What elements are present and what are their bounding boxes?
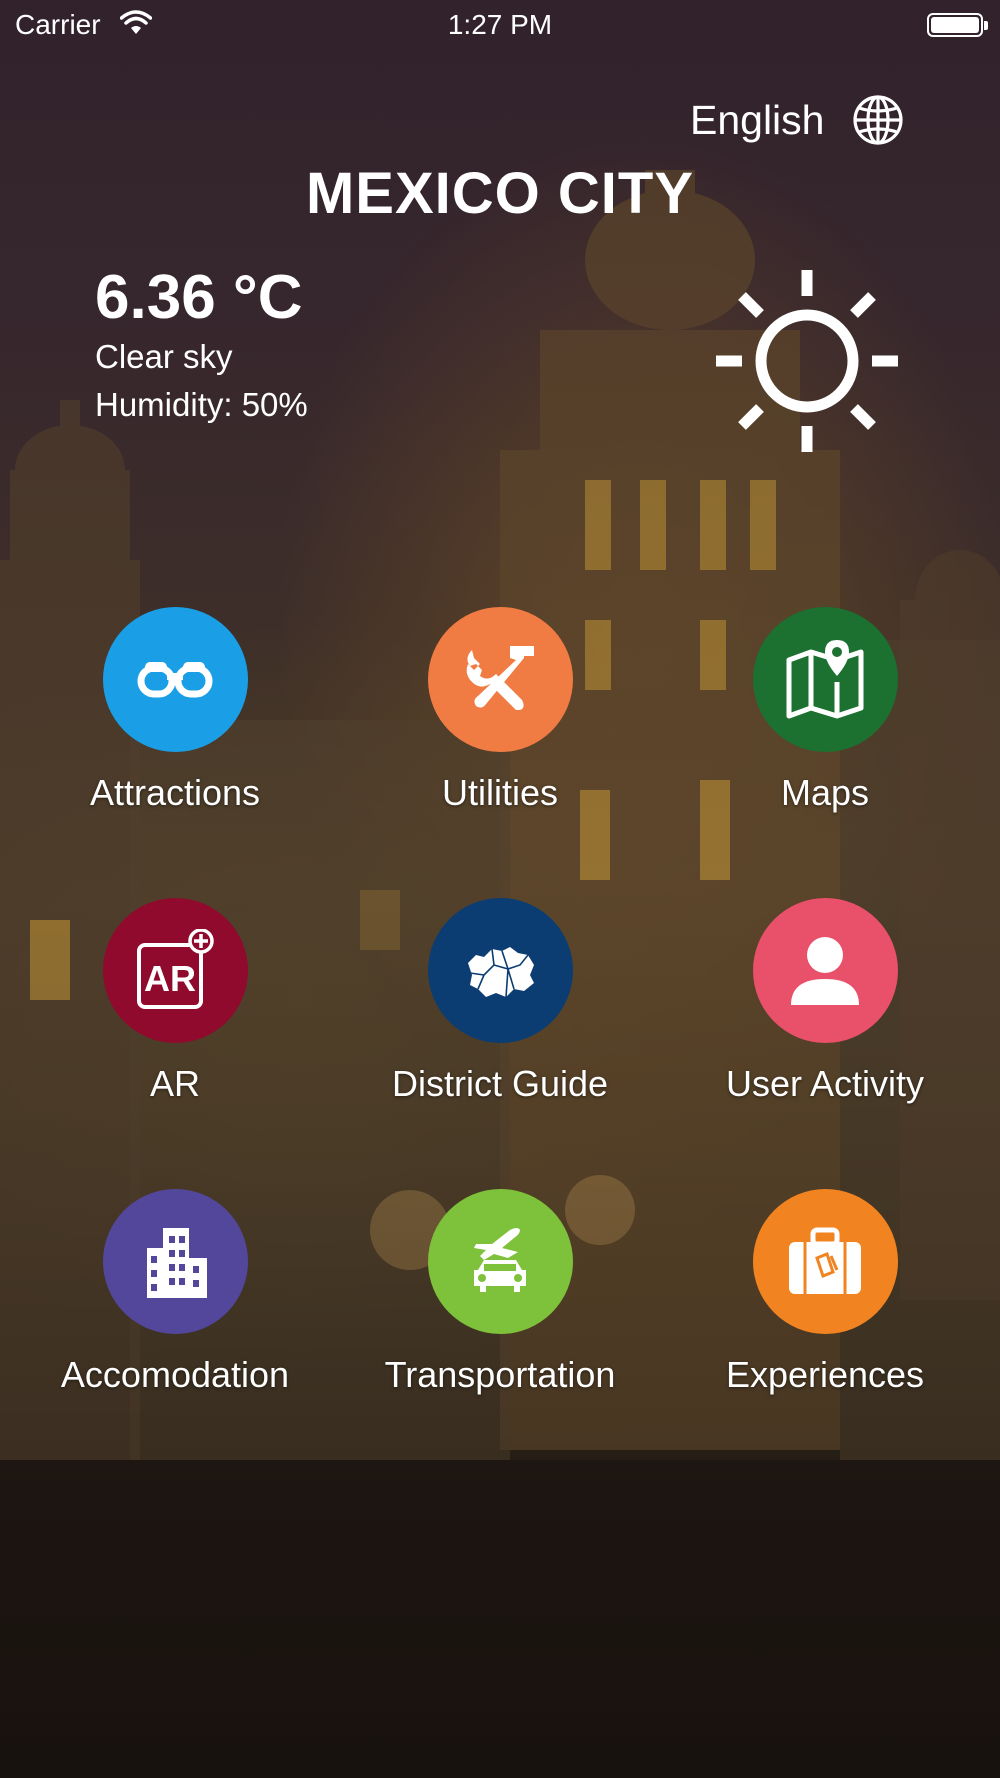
attractions-circle	[102, 607, 248, 752]
menu-item-utilities[interactable]: Utilities	[350, 607, 650, 837]
transport-icon	[474, 1227, 526, 1292]
weather-temperature: 6.36 °C	[95, 263, 303, 332]
svg-text:AR: AR	[144, 958, 196, 999]
menu-item-district-guide[interactable]: District Guide	[350, 898, 650, 1128]
accomodation-circle	[102, 1189, 248, 1334]
building-icon	[147, 1227, 207, 1298]
utilities-label: Utilities	[441, 772, 558, 813]
transportation-circle	[427, 1189, 573, 1334]
map-icon	[786, 639, 864, 718]
status-bar: Carrier 1:27 PM	[0, 0, 1000, 50]
sun-icon	[716, 270, 898, 452]
experiences-label: Experiences	[725, 1354, 925, 1395]
status-time: 1:27 PM	[447, 9, 553, 40]
city-title: MEXICO CITY	[305, 161, 695, 226]
transportation-label: Transportation	[384, 1354, 616, 1395]
user-activity-circle	[752, 898, 898, 1043]
menu-item-attractions[interactable]: Attractions	[25, 607, 325, 837]
attractions-label: Attractions	[89, 772, 261, 813]
menu-item-user-activity[interactable]: User Activity	[675, 898, 975, 1128]
district-guide-label: District Guide	[391, 1063, 609, 1104]
menu-item-accomodation[interactable]: Accomodation	[25, 1189, 325, 1419]
suitcase-icon	[789, 1227, 861, 1294]
district-guide-circle	[427, 898, 573, 1043]
maps-circle	[752, 607, 898, 752]
language-selector[interactable]: English	[690, 92, 904, 148]
user-icon	[791, 936, 859, 1005]
user-activity-label: User Activity	[725, 1063, 925, 1104]
battery-icon	[927, 13, 988, 37]
weather-humidity: Humidity: 50%	[95, 386, 308, 423]
weather-description: Clear sky	[95, 338, 233, 375]
ar-icon: AR	[137, 928, 214, 1009]
menu-item-maps[interactable]: Maps	[675, 607, 975, 837]
ar-circle: AR	[102, 898, 248, 1043]
menu-item-transportation[interactable]: Transportation	[350, 1189, 650, 1419]
binoculars-icon	[137, 661, 213, 697]
utilities-circle	[427, 607, 573, 752]
district-map-icon	[468, 946, 534, 997]
menu-item-experiences[interactable]: Experiences	[675, 1189, 975, 1419]
menu-item-ar[interactable]: AR AR	[25, 898, 325, 1128]
ar-label: AR	[149, 1063, 200, 1104]
accomodation-label: Accomodation	[60, 1354, 290, 1395]
maps-label: Maps	[780, 772, 870, 813]
tools-icon	[466, 645, 534, 710]
experiences-circle	[752, 1189, 898, 1334]
globe-icon	[853, 95, 904, 145]
language-label: English	[690, 96, 825, 143]
